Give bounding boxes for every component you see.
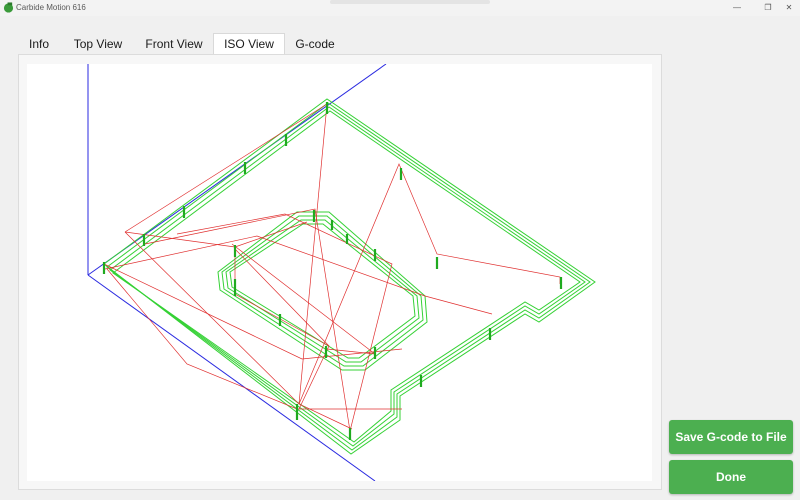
iso-toolpath-viewport[interactable] — [27, 64, 652, 481]
title-bar: Carbide Motion 616 — ❐ ✕ — [0, 0, 800, 16]
tab-top-view[interactable]: Top View — [63, 34, 133, 54]
window-title: Carbide Motion 616 — [16, 3, 86, 12]
tab-front-view[interactable]: Front View — [137, 34, 211, 54]
minimize-icon[interactable]: — — [726, 0, 748, 16]
done-button[interactable]: Done — [669, 460, 793, 494]
title-bar-decoration — [330, 0, 490, 4]
save-gcode-button[interactable]: Save G-code to File — [669, 420, 793, 454]
axis-x — [87, 274, 376, 481]
toolpath-svg — [87, 64, 596, 481]
outer-contour-paths — [103, 98, 596, 455]
rapid-move-paths — [103, 103, 561, 432]
tab-g-code[interactable]: G-code — [287, 34, 343, 54]
close-icon[interactable]: ✕ — [778, 0, 800, 16]
restore-icon[interactable]: ❐ — [757, 0, 779, 16]
tab-iso-view[interactable]: ISO View — [213, 33, 285, 55]
carbide-motion-icon — [3, 2, 14, 13]
tab-info[interactable]: Info — [19, 34, 59, 54]
pocket-contour-paths — [217, 211, 428, 371]
plunge-markers — [102, 102, 563, 440]
